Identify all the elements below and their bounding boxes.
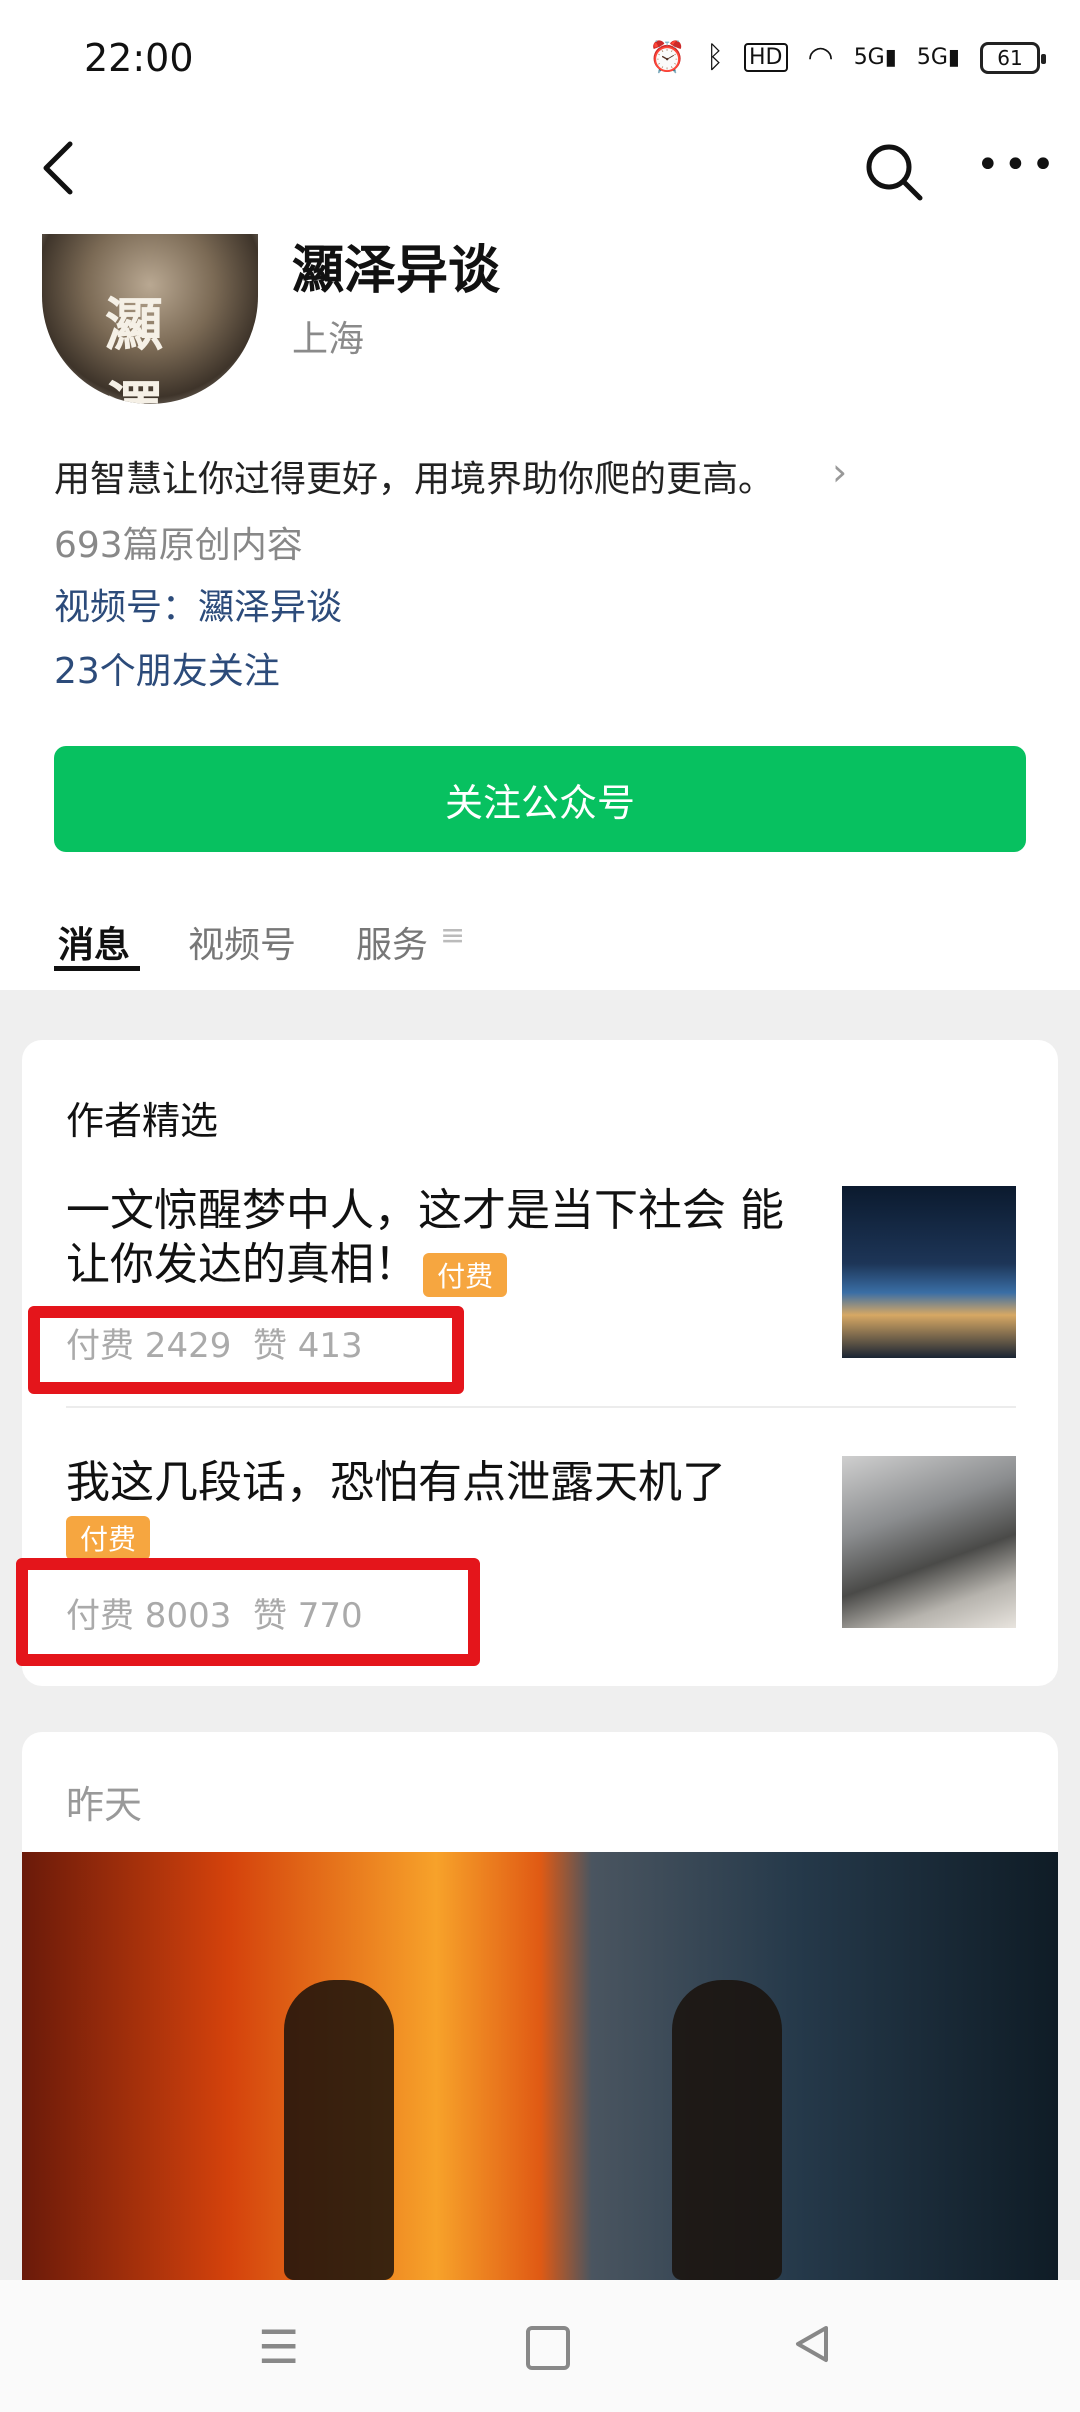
account-description[interactable]: 用智慧让你过得更好，用境界助你爬的更高。 [54, 450, 774, 502]
tab-video[interactable]: 视频号 [188, 916, 296, 968]
section-title: 作者精选 [66, 1099, 219, 1143]
back-nav-icon[interactable] [790, 2322, 834, 2366]
signal-5g-icon: 5G▮ [853, 45, 897, 70]
alarm-icon: ⏰ [648, 40, 687, 75]
video-account-link[interactable]: 视频号：灦泽异谈 [54, 578, 342, 630]
highlight-box [28, 1306, 464, 1394]
article-cover-image[interactable] [22, 1852, 1058, 2280]
tab-services[interactable]: 服务 [356, 916, 428, 968]
follow-button[interactable]: 关注公众号 [54, 746, 1026, 852]
article-item-1[interactable]: 一文惊醒梦中人，这才是当下社会 能让你发达的真相！ 付费 [66, 1184, 816, 1297]
chevron-right-icon[interactable]: › [832, 450, 847, 494]
menu-icon[interactable]: ≡ [440, 918, 465, 953]
avatar-logo-text: 灦 澤 [104, 291, 195, 404]
soldier-figure [284, 1980, 394, 2280]
article-thumbnail[interactable] [842, 1186, 1016, 1358]
battery-icon: 61 [980, 41, 1046, 74]
article-thumbnail[interactable] [842, 1456, 1016, 1628]
back-icon[interactable] [34, 138, 84, 198]
hd-icon: HD [744, 43, 788, 72]
article-title[interactable]: 我这几段话，恐怕有点泄露天机了 [66, 1456, 816, 1510]
wifi-icon: ◠ [807, 40, 834, 75]
status-time: 22:00 [84, 36, 194, 80]
account-location: 上海 [292, 319, 365, 360]
status-bar: 22:00 ⏰ ᛒ HD ◠ 5G▮ 5G▮ 61 [0, 0, 1080, 120]
divider [66, 1406, 1016, 1408]
paid-badge: 付费 [66, 1516, 151, 1560]
tab-messages[interactable]: 消息 [58, 916, 130, 968]
paid-badge: 付费 [423, 1252, 508, 1297]
signal-5g-icon-2: 5G▮ [916, 45, 960, 70]
battery-level: 61 [997, 45, 1023, 70]
tab-active-indicator [54, 966, 140, 971]
soldier-figure [672, 1980, 782, 2280]
status-icons: ⏰ ᛒ HD ◠ 5G▮ 5G▮ 61 [648, 40, 1046, 75]
date-label: 昨天 [66, 1783, 143, 1827]
menu-icon[interactable]: ☰ [258, 2320, 299, 2374]
more-icon[interactable]: ••• [976, 142, 1055, 202]
highlight-box [16, 1558, 480, 1666]
original-count: 693篇原创内容 [54, 525, 303, 566]
search-icon[interactable] [862, 140, 926, 204]
bluetooth-icon: ᛒ [706, 40, 725, 75]
friends-follow-link[interactable]: 23个朋友关注 [54, 642, 280, 694]
avatar[interactable]: 灦 澤 [42, 234, 258, 404]
article-item-2[interactable]: 我这几段话，恐怕有点泄露天机了 付费 [66, 1456, 816, 1560]
account-name: 灦泽异谈 [292, 241, 501, 301]
home-icon[interactable] [526, 2326, 570, 2370]
